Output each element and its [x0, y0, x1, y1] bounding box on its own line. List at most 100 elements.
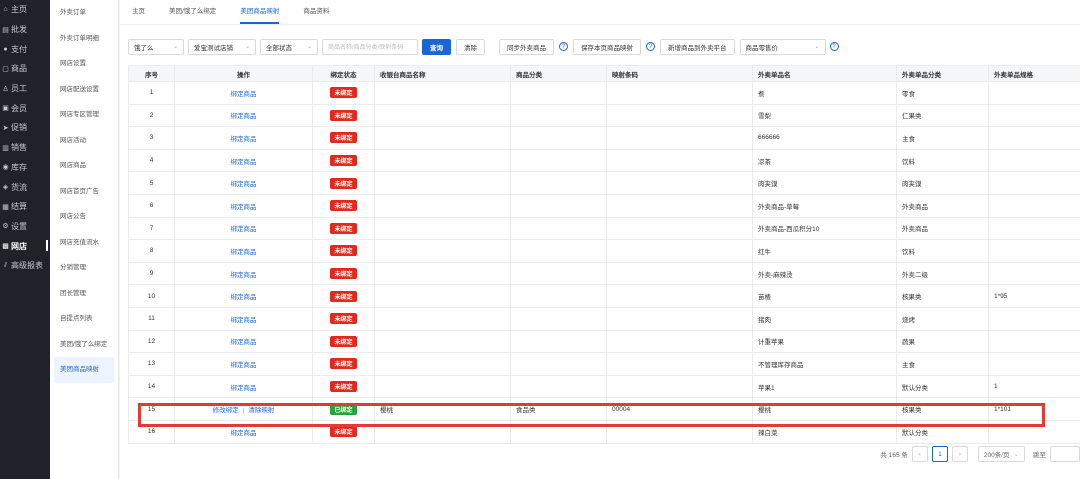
sidebar-item[interactable]: ▤ 批发	[0, 20, 50, 40]
query-button[interactable]: 查询	[422, 38, 451, 55]
chevron-down-icon: ⌄	[306, 44, 312, 50]
bind-product-link[interactable]: 绑定商品	[231, 317, 257, 324]
sidebar-item[interactable]: ◈ 货流	[0, 177, 50, 197]
sidebar-item[interactable]: ● 支付	[0, 39, 50, 59]
table-row: 4 绑定商品 未绑定 凉茶 饮料	[128, 148, 1080, 173]
submenu-item[interactable]: 网店公告	[50, 204, 118, 230]
row-number: 10	[128, 284, 175, 308]
bind-product-link[interactable]: 绑定商品	[231, 91, 257, 98]
sidebar-item[interactable]: ⚙ 设置	[0, 217, 50, 237]
status-badge: 未绑定	[330, 109, 357, 121]
next-page-button[interactable]: ›	[951, 446, 968, 462]
tab-item[interactable]: 美团商品映射	[240, 2, 280, 24]
bind-product-link[interactable]: 绑定商品	[231, 339, 257, 346]
delivery-item-name: 樱桃	[752, 397, 897, 421]
submenu-item[interactable]: 自提点列表	[50, 306, 118, 332]
bind-status-cell: 未绑定	[312, 261, 375, 286]
sidebar-item[interactable]: ▦ 结算	[0, 197, 50, 217]
edit-binding-link[interactable]: 修改绑定	[213, 407, 239, 414]
prev-page-button[interactable]: ‹	[911, 446, 928, 462]
page-1-button[interactable]: 1	[931, 446, 948, 462]
submenu-item[interactable]: 美团/饿了么绑定	[50, 332, 118, 358]
submenu-item[interactable]: 分销管理	[50, 255, 118, 281]
bind-product-link[interactable]: 绑定商品	[231, 249, 257, 256]
bind-product-link[interactable]: 绑定商品	[231, 294, 257, 301]
sidebar-item[interactable]: ▥ 销售	[0, 138, 50, 158]
pos-product-name	[374, 81, 511, 105]
column-header: 商品分类	[510, 65, 607, 82]
bind-product-link[interactable]: 绑定商品	[231, 362, 257, 369]
table-row: 3 绑定商品 未绑定 666666 主食	[128, 126, 1080, 150]
tab-item[interactable]: 美团/饿了么绑定	[169, 2, 216, 24]
sidebar-item[interactable]: ➤ 促销	[0, 118, 50, 138]
pos-product-name	[374, 306, 511, 331]
pos-product-name	[374, 193, 511, 218]
bind-product-link[interactable]: 绑定商品	[231, 159, 257, 166]
add-to-platform-button[interactable]: 新增商品到外卖平台	[660, 38, 735, 55]
submenu-item[interactable]: 网店首页广告	[50, 179, 118, 205]
submenu-item[interactable]: 网店专区管理	[50, 102, 118, 128]
mapping-barcode	[606, 284, 753, 308]
jump-page-input[interactable]	[1050, 446, 1080, 462]
bind-product-link[interactable]: 绑定商品	[231, 272, 257, 279]
bind-product-link[interactable]: 绑定商品	[231, 204, 257, 211]
submenu-item[interactable]: 网店活动	[50, 128, 118, 154]
help-icon[interactable]: ?	[559, 42, 568, 51]
price-select[interactable]: 商品零售价 ⌄	[739, 38, 826, 55]
sidebar-item[interactable]: ▢ 商品	[0, 59, 50, 79]
delivery-item-name: 红牛	[752, 239, 897, 263]
delivery-item-spec	[988, 239, 1080, 263]
sidebar-item[interactable]: ◉ 库存	[0, 158, 50, 178]
delivery-item-name: 苗楂	[752, 284, 897, 308]
save-mapping-button[interactable]: 保存本页商品映射	[573, 38, 641, 55]
sidebar-item[interactable]: ⌂ 主页	[0, 0, 50, 20]
page-size-select[interactable]: 200条/页 ⌄	[977, 446, 1025, 462]
bind-status-cell: 未绑定	[312, 329, 375, 354]
sidebar-item[interactable]: ▣ 会员	[0, 98, 50, 118]
clear-mapping-link[interactable]: 清除映射	[248, 407, 274, 414]
bind-product-link[interactable]: 绑定商品	[231, 385, 257, 392]
search-input[interactable]: 商品名称/商品分类/映射条码	[322, 38, 418, 55]
submenu-item[interactable]: 外卖订单明细	[50, 26, 118, 52]
product-category	[510, 239, 607, 263]
mapping-barcode	[606, 352, 753, 376]
submenu-item[interactable]: 网店商品	[50, 153, 118, 179]
submenu-item[interactable]: 网店配送设置	[50, 77, 118, 103]
pos-product-name: 樱桃	[374, 397, 511, 421]
pos-product-name	[374, 103, 511, 128]
submenu-item[interactable]: 外卖订单	[50, 0, 118, 26]
bind-product-link[interactable]: 绑定商品	[231, 226, 257, 233]
bind-product-link[interactable]: 绑定商品	[231, 430, 257, 437]
mapping-barcode	[606, 261, 753, 286]
delivery-item-category: 主食	[896, 352, 989, 376]
help-icon[interactable]: ?	[646, 42, 655, 51]
sidebar-item[interactable]: ▩ 网店	[0, 236, 50, 256]
clear-button[interactable]: 清除	[456, 38, 485, 55]
column-header: 映射条码	[606, 65, 753, 82]
status-select[interactable]: 全部状态 ⌄	[260, 38, 318, 55]
pos-product-name	[374, 374, 511, 399]
submenu-item[interactable]: 美团商品映射	[54, 357, 114, 383]
tab-item[interactable]: 商品资料	[303, 2, 329, 24]
status-badge: 未绑定	[330, 426, 357, 438]
bind-product-link[interactable]: 绑定商品	[231, 113, 257, 120]
mapping-barcode	[606, 216, 753, 241]
mapping-barcode: 00004	[606, 397, 753, 421]
platform-select[interactable]: 饿了么 ⌄	[128, 38, 184, 55]
sync-button[interactable]: 同步外卖商品	[499, 38, 554, 55]
help-icon[interactable]: ?	[829, 42, 839, 51]
bind-product-link[interactable]: 绑定商品	[231, 181, 257, 188]
stock-icon: ◉	[2, 164, 9, 172]
tab-item[interactable]: 主页	[132, 2, 145, 24]
sidebar-item[interactable]: ⫽ 高级报表	[0, 256, 50, 276]
submenu-item[interactable]: 团长管理	[50, 281, 118, 307]
bind-product-link[interactable]: 绑定商品	[231, 136, 257, 143]
submenu-item[interactable]: 网店设置	[50, 51, 118, 77]
sidebar-item-label: 结算	[11, 202, 27, 212]
store-select[interactable]: 爱宝测试店铺 ⌄	[188, 38, 256, 55]
goods-icon: ▢	[2, 65, 9, 73]
submenu-item[interactable]: 网店充值流水	[50, 230, 118, 256]
staff-icon: ♙	[2, 85, 9, 93]
delivery-item-spec	[988, 216, 1080, 241]
sidebar-item[interactable]: ♙ 员工	[0, 79, 50, 99]
